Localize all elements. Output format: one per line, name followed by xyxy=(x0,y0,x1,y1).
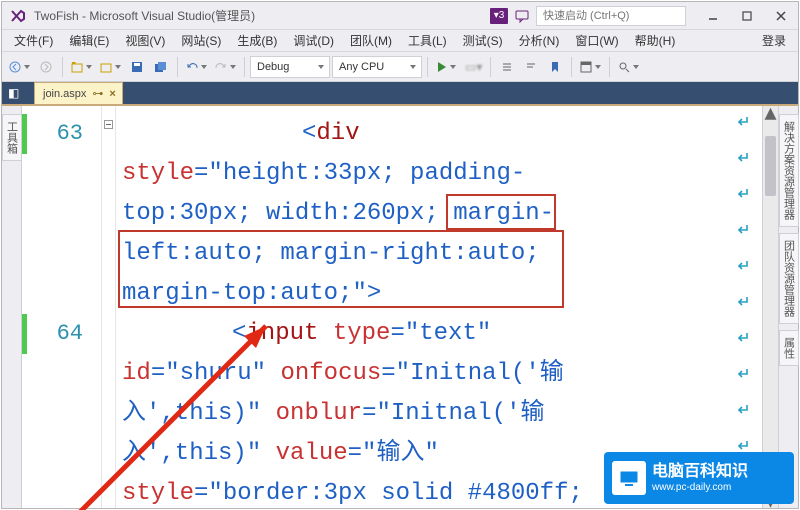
menu-test[interactable]: 测试(S) xyxy=(455,32,511,49)
tab-label: join.aspx xyxy=(43,88,86,100)
line-number: 63 xyxy=(22,114,95,154)
window-title: TwoFish - Microsoft Visual Studio(管理员) xyxy=(34,7,255,24)
watermark-badge: 电脑百科知识 www.pc-daily.com xyxy=(604,452,794,504)
wrap-arrow-icon xyxy=(736,114,750,128)
app-window: TwoFish - Microsoft Visual Studio(管理员) ▾… xyxy=(1,1,799,509)
menu-analyze[interactable]: 分析(N) xyxy=(511,32,568,49)
wrap-indicators xyxy=(736,114,754,498)
nav-back-button[interactable] xyxy=(6,56,33,78)
code-line[interactable]: margin-top:auto;"> xyxy=(122,274,756,314)
code-line[interactable]: <input type="text" xyxy=(122,314,756,354)
undo-button[interactable] xyxy=(183,56,210,78)
menu-view[interactable]: 视图(V) xyxy=(117,32,173,49)
code-line[interactable]: id="shuru" onfocus="Initnal('输 xyxy=(122,354,756,394)
menu-window[interactable]: 窗口(W) xyxy=(567,32,626,49)
properties-tab[interactable]: 属性 xyxy=(779,330,799,366)
fold-toggle-icon[interactable] xyxy=(104,120,113,129)
close-button[interactable] xyxy=(764,5,798,27)
pin-icon[interactable]: ⊶ xyxy=(92,87,103,100)
vs-logo-icon xyxy=(8,6,28,26)
wrap-arrow-icon xyxy=(736,402,750,416)
wrap-arrow-icon xyxy=(736,438,750,452)
find-button[interactable] xyxy=(615,56,642,78)
code-line[interactable]: <div xyxy=(122,114,756,154)
tool-bar: Debug Any CPU ▭▾ xyxy=(2,52,798,82)
menu-website[interactable]: 网站(S) xyxy=(173,32,229,49)
line-number-gutter: 63 64 xyxy=(22,106,102,508)
toolbox-tab[interactable]: 工具箱 xyxy=(2,114,22,161)
editor-area: 工具箱 63 64 <div style="height:33px; paddi… xyxy=(2,106,798,508)
watermark-title: 电脑百科知识 xyxy=(652,462,748,481)
save-all-button[interactable] xyxy=(150,56,172,78)
team-explorer-tab[interactable]: 团队资源管理器 xyxy=(779,233,799,324)
notification-flag[interactable]: ▾3 xyxy=(490,8,508,24)
minimize-button[interactable] xyxy=(696,5,730,27)
scroll-up-icon[interactable]: ▴ xyxy=(763,106,778,120)
vertical-scrollbar[interactable]: ▴ ▾ xyxy=(762,106,778,508)
code-line[interactable]: top:30px; width:260px; margin- xyxy=(122,194,756,234)
bookmark-button[interactable] xyxy=(544,56,566,78)
platform-combo[interactable]: Any CPU xyxy=(332,56,422,78)
feedback-icon[interactable] xyxy=(514,8,530,24)
wrap-arrow-icon xyxy=(736,366,750,380)
line-number: 64 xyxy=(22,314,95,354)
browser-select-button[interactable]: ▭▾ xyxy=(462,56,485,78)
menu-team[interactable]: 团队(M) xyxy=(342,32,400,49)
code-line[interactable]: left:auto; margin-right:auto; xyxy=(122,234,756,274)
code-line[interactable]: style="height:33px; padding- xyxy=(122,154,756,194)
scroll-thumb[interactable] xyxy=(765,136,776,196)
menu-login[interactable]: 登录 xyxy=(754,32,794,49)
tab-list-icon[interactable]: ◧ xyxy=(8,86,19,100)
menu-bar: 文件(F) 编辑(E) 视图(V) 网站(S) 生成(B) 调试(D) 团队(M… xyxy=(2,30,798,52)
menu-edit[interactable]: 编辑(E) xyxy=(61,32,117,49)
fold-gutter[interactable] xyxy=(102,106,116,508)
quick-launch-input[interactable] xyxy=(536,6,686,26)
wrap-arrow-icon xyxy=(736,258,750,272)
redo-button[interactable] xyxy=(212,56,239,78)
comment-button[interactable] xyxy=(496,56,518,78)
new-project-button[interactable] xyxy=(68,56,95,78)
uncomment-button[interactable] xyxy=(520,56,542,78)
menu-build[interactable]: 生成(B) xyxy=(229,32,285,49)
open-file-button[interactable] xyxy=(97,56,124,78)
menu-file[interactable]: 文件(F) xyxy=(6,32,61,49)
code-content[interactable]: <div style="height:33px; padding- top:30… xyxy=(116,106,762,508)
menu-debug[interactable]: 调试(D) xyxy=(285,32,342,49)
left-side-panel: 工具箱 xyxy=(2,106,22,508)
wrap-arrow-icon xyxy=(736,186,750,200)
start-debug-button[interactable] xyxy=(433,56,460,78)
title-bar: TwoFish - Microsoft Visual Studio(管理员) ▾… xyxy=(2,2,798,30)
wrap-arrow-icon xyxy=(736,330,750,344)
menu-tools[interactable]: 工具(L) xyxy=(400,32,455,49)
tab-close-icon[interactable]: × xyxy=(109,88,115,100)
right-side-panel: 解决方案资源管理器 团队资源管理器 属性 xyxy=(778,106,798,508)
target-browser-button[interactable] xyxy=(577,56,604,78)
menu-help[interactable]: 帮助(H) xyxy=(627,32,684,49)
code-editor[interactable]: 63 64 <div style="height:33px; padding- … xyxy=(22,106,778,508)
configuration-combo[interactable]: Debug xyxy=(250,56,330,78)
nav-forward-button[interactable] xyxy=(35,56,57,78)
solution-explorer-tab[interactable]: 解决方案资源管理器 xyxy=(779,114,799,227)
code-line[interactable]: 入',this)" onblur="Initnal('输 xyxy=(122,394,756,434)
document-tab-row: ◧ join.aspx ⊶ × xyxy=(2,82,798,106)
watermark-url: www.pc-daily.com xyxy=(652,482,748,494)
wrap-arrow-icon xyxy=(736,222,750,236)
wrap-arrow-icon xyxy=(736,150,750,164)
wrap-arrow-icon xyxy=(736,294,750,308)
watermark-icon xyxy=(612,461,646,495)
document-tab[interactable]: join.aspx ⊶ × xyxy=(34,82,123,104)
save-button[interactable] xyxy=(126,56,148,78)
maximize-button[interactable] xyxy=(730,5,764,27)
